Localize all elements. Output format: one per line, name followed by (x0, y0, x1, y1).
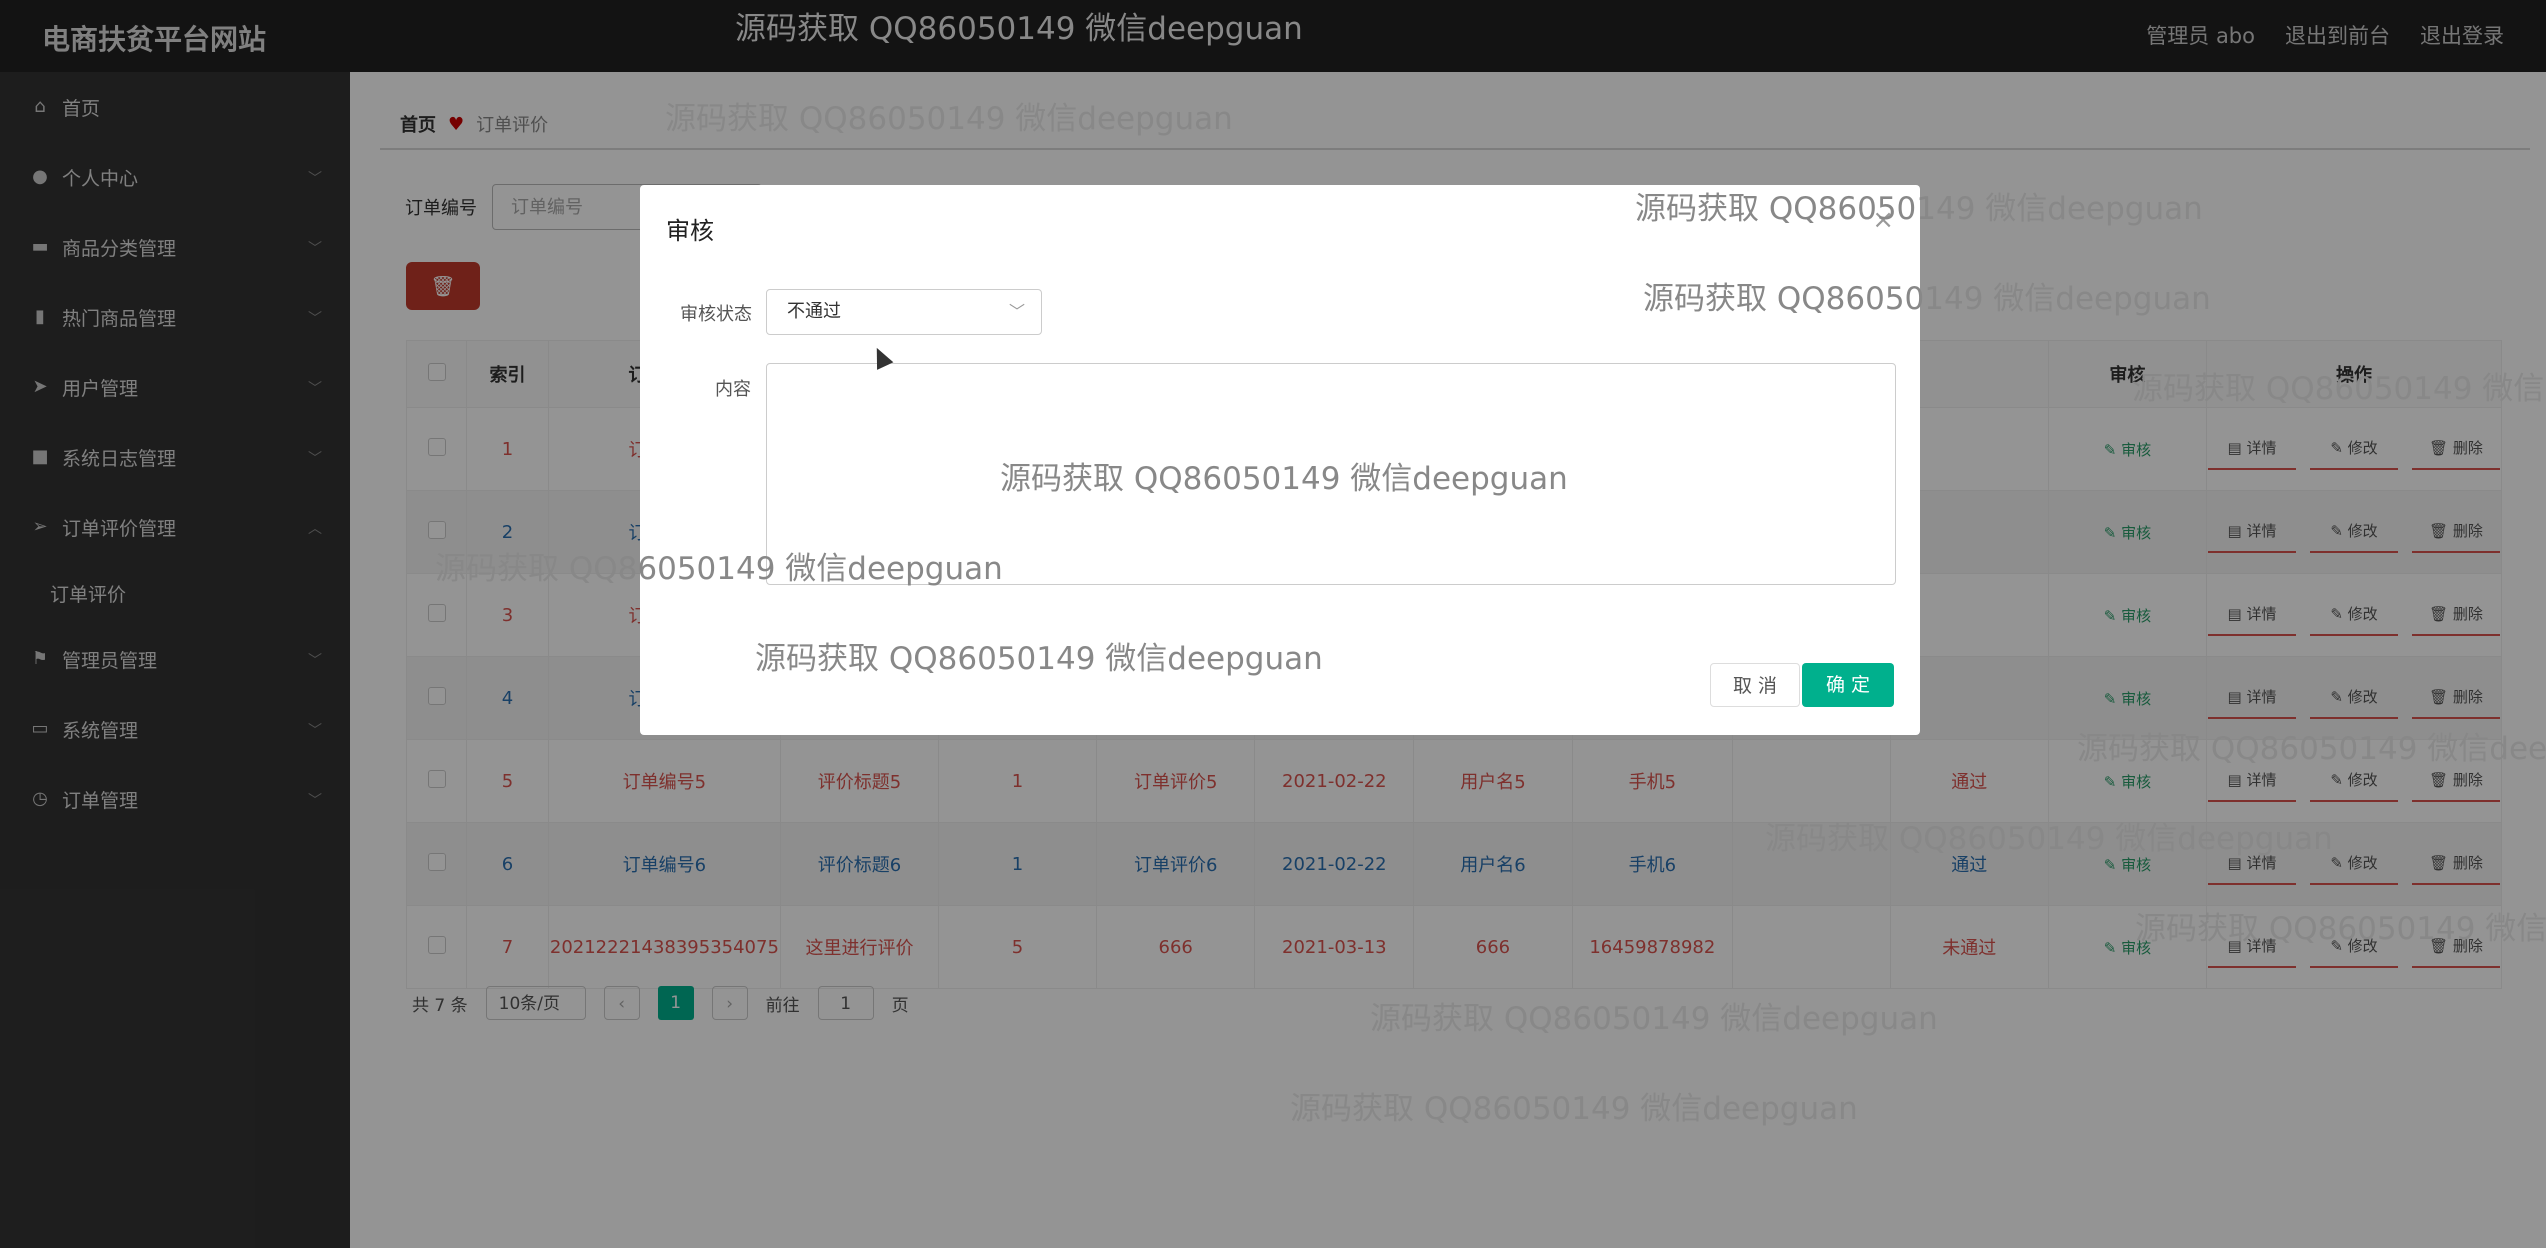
status-select[interactable]: 不通过 ﹀ (766, 289, 1042, 335)
watermark: 源码获取 QQ86050149 微信deepguan (2077, 731, 2546, 767)
watermark: 源码获取 QQ86050149 微信deepguan (2135, 911, 2546, 947)
watermark: 源码获取 QQ86050149 微信deepguan (755, 641, 1323, 677)
watermark: 源码获取 QQ86050149 微信deepguan (735, 11, 1303, 47)
watermark: 源码获取 QQ86050149 微信deepguan (665, 101, 1233, 137)
confirm-button[interactable]: 确 定 (1802, 663, 1894, 707)
watermark: 源码获取 QQ86050149 微信deepguan (1765, 821, 2333, 857)
chevron-down-icon: ﹀ (1008, 302, 1025, 321)
cancel-button[interactable]: 取 消 (1710, 663, 1800, 707)
dialog-title: 审核 (666, 217, 714, 245)
watermark: 源码获取 QQ86050149 微信deepguan (1370, 1001, 1938, 1037)
content-label: 内容 (715, 379, 751, 400)
watermark: 源码获取 QQ86050149 微信deepguan (1635, 191, 2203, 227)
status-label: 审核状态 (680, 304, 752, 325)
watermark: 源码获取 QQ86050149 微信deepguan (2132, 371, 2546, 407)
watermark: 源码获取 QQ86050149 微信deepguan (1000, 461, 1568, 497)
status-value: 不通过 (787, 301, 841, 322)
watermark: 源码获取 QQ86050149 微信deepguan (1643, 281, 2211, 317)
watermark: 源码获取 QQ86050149 微信deepguan (1290, 1091, 1858, 1127)
watermark: 源码获取 QQ86050149 微信deepguan (435, 551, 1003, 587)
